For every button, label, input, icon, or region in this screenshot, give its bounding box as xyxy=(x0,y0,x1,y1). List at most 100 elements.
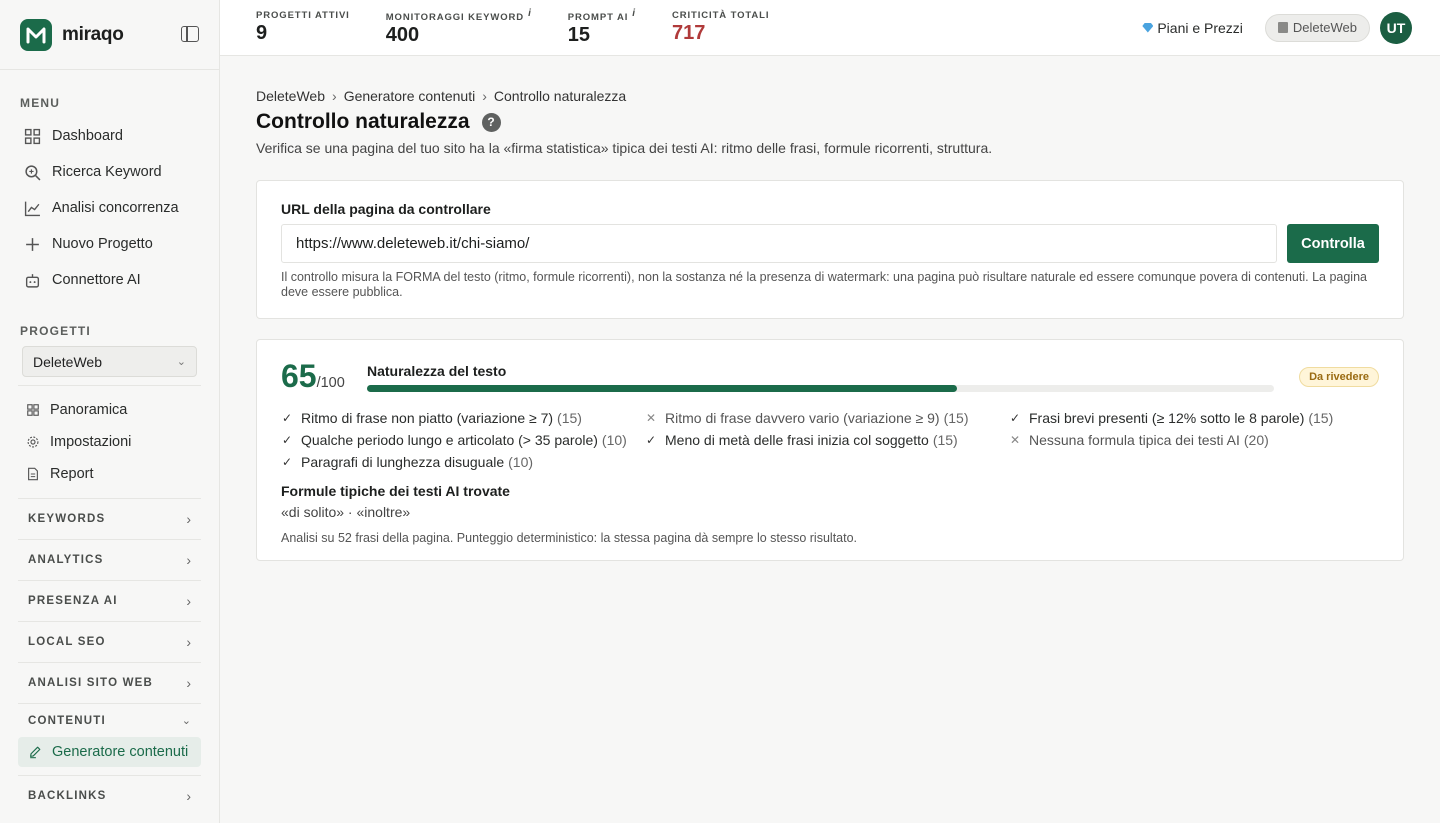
robot-icon xyxy=(24,272,41,289)
sidebar-item-generatore-contenuti[interactable]: Generatore contenuti xyxy=(18,737,201,767)
url-row: Controlla xyxy=(281,224,1379,263)
menu-item-analisi-concorrenza[interactable]: Analisi concorrenza xyxy=(0,190,219,226)
check-icon: ✓ xyxy=(1009,410,1021,425)
sidebar-header: miraqo xyxy=(0,0,219,70)
menu-item-dashboard[interactable]: Dashboard xyxy=(0,118,219,154)
check-icon: ✓ xyxy=(281,454,293,469)
score-row: 65 /100 Naturalezza del testo Da riveder… xyxy=(281,358,1379,395)
main-area: PROGETTI ATTIVI 9 MONITORAGGI KEYWORD i 4… xyxy=(220,0,1440,823)
topbar: PROGETTI ATTIVI 9 MONITORAGGI KEYWORD i 4… xyxy=(220,0,1440,56)
group-presenza-ai[interactable]: PRESENZA AI › xyxy=(18,580,201,621)
chevron-right-icon: › xyxy=(186,511,191,527)
group-contenuti-header[interactable]: CONTENUTI ⌄ xyxy=(18,704,201,737)
help-icon[interactable]: ? xyxy=(481,112,501,132)
check-text: Paragrafi di lunghezza disuguale xyxy=(301,453,505,470)
breadcrumb-separator-icon: › xyxy=(482,88,487,104)
avatar[interactable]: UT xyxy=(1380,11,1412,44)
project-item-panoramica[interactable]: Panoramica xyxy=(18,394,201,426)
stat-prompt-ai: PROMPT AI i 15 xyxy=(568,8,636,47)
check-item: ✓ Ritmo di frase non piatto (variazione ≥… xyxy=(281,409,645,426)
project-item-report[interactable]: Report xyxy=(18,458,201,490)
stat-value: 717 xyxy=(671,22,706,44)
stat-label-text: MONITORAGGI KEYWORD xyxy=(385,12,525,24)
chevron-down-icon: ⌄ xyxy=(181,715,191,727)
menu-item-label: Connettore AI xyxy=(52,272,141,288)
group-label: LOCAL SEO xyxy=(28,636,106,648)
check-points: (15) xyxy=(1308,409,1334,426)
sidebar: miraqo MENU Dashboard Ricerca Keyword An… xyxy=(0,0,220,823)
stat-label: MONITORAGGI KEYWORD i xyxy=(386,8,532,23)
checks-grid: ✓ Ritmo di frase non piatto (variazione ≥… xyxy=(281,409,1379,470)
check-text: Ritmo di frase davvero vario (variazione… xyxy=(665,409,940,426)
score: 65 /100 xyxy=(281,358,367,395)
check-text: Frasi brevi presenti (≥ 12% sotto le 8 p… xyxy=(1029,409,1305,426)
chevron-right-icon: › xyxy=(186,593,191,609)
building-icon xyxy=(1277,22,1288,33)
project-pill-label: DeleteWeb xyxy=(1292,20,1357,35)
document-icon xyxy=(28,467,38,481)
project-select[interactable]: DeleteWeb ⌄ xyxy=(22,346,197,377)
score-max: /100 xyxy=(316,375,345,391)
breadcrumb-item[interactable]: Generatore contenuti xyxy=(344,88,476,104)
group-analisi-sito-web[interactable]: ANALISI SITO WEB › xyxy=(18,662,201,703)
info-icon[interactable]: i xyxy=(528,8,532,19)
brand-name[interactable]: miraqo xyxy=(62,24,124,46)
stat-label: PROGETTI ATTIVI xyxy=(256,10,350,21)
check-item: ✓ Meno di metà delle frasi inizia col sog… xyxy=(645,431,1009,448)
project-item-label: Impostazioni xyxy=(50,434,132,450)
check-item: ✕ Nessuna formula tipica dei testi AI (20) xyxy=(1009,431,1379,448)
check-text: Nessuna formula tipica dei testi AI xyxy=(1029,431,1240,448)
search-icon xyxy=(24,164,41,181)
project-item-label: Panoramica xyxy=(50,402,128,418)
gear-icon xyxy=(27,436,39,448)
formulas-list: «di solito» · «inoltre» xyxy=(281,504,411,520)
check-text: Ritmo di frase non piatto (variazione ≥ … xyxy=(301,409,554,426)
title-row: Controllo naturalezza ? xyxy=(256,110,1404,134)
formulas-title: Formule tipiche dei testi AI trovate xyxy=(281,483,510,499)
url-field-label: URL della pagina da controllare xyxy=(281,201,491,217)
check-points: (15) xyxy=(932,431,958,448)
group-contenuti: CONTENUTI ⌄ Generatore contenuti xyxy=(18,703,201,775)
chevron-right-icon: › xyxy=(186,788,191,804)
app-root: miraqo MENU Dashboard Ricerca Keyword An… xyxy=(0,0,1440,823)
logo-icon[interactable] xyxy=(20,18,52,51)
group-local-seo[interactable]: LOCAL SEO › xyxy=(18,621,201,662)
check-item: ✕ Ritmo di frase davvero vario (variazion… xyxy=(645,409,1009,426)
group-keywords[interactable]: KEYWORDS › xyxy=(18,498,201,539)
topbar-actions: Piani e Prezzi DeleteWeb UT xyxy=(1142,11,1412,44)
check-icon: ✓ xyxy=(281,432,293,447)
chart-line-icon xyxy=(24,200,41,217)
group-backlinks[interactable]: BACKLINKS › xyxy=(18,775,201,816)
progress-fill xyxy=(367,385,957,392)
group-label: ANALISI SITO WEB xyxy=(28,677,154,689)
group-analytics[interactable]: ANALYTICS › xyxy=(18,539,201,580)
chevron-right-icon: › xyxy=(186,552,191,568)
breadcrumb: DeleteWeb › Generatore contenuti › Contr… xyxy=(256,88,1404,104)
status-badge: Da rivedere xyxy=(1299,366,1379,387)
group-label: PRESENZA AI xyxy=(28,595,118,607)
menu-item-nuovo-progetto[interactable]: Nuovo Progetto xyxy=(0,226,219,262)
check-item: ✓ Frasi brevi presenti (≥ 12% sotto le 8 … xyxy=(1009,409,1379,426)
pricing-link[interactable]: Piani e Prezzi xyxy=(1142,20,1243,36)
project-item-impostazioni[interactable]: Impostazioni xyxy=(18,426,201,458)
project-pill[interactable]: DeleteWeb xyxy=(1264,13,1370,42)
pencil-icon xyxy=(30,746,41,759)
menu-item-label: Nuovo Progetto xyxy=(52,236,153,252)
check-points: (15) xyxy=(557,409,582,426)
check-points: (10) xyxy=(508,453,534,470)
check-points: (20) xyxy=(1243,431,1269,448)
info-icon[interactable]: i xyxy=(632,8,636,19)
chevron-right-icon: › xyxy=(186,675,191,691)
analysis-footer: Analisi su 52 frasi della pagina. Punteg… xyxy=(281,531,858,545)
breadcrumb-item[interactable]: DeleteWeb xyxy=(256,88,325,104)
chevron-down-icon: ⌄ xyxy=(176,356,186,368)
check-button[interactable]: Controlla xyxy=(1287,224,1379,263)
menu-section-title: MENU xyxy=(20,96,61,110)
sidebar-toggle-icon[interactable] xyxy=(181,26,199,42)
menu-item-connettore-ai[interactable]: Connettore AI xyxy=(0,262,219,298)
menu-item-ricerca-keyword[interactable]: Ricerca Keyword xyxy=(0,154,219,190)
stat-value: 15 xyxy=(567,24,590,47)
form-note: Il controllo misura la FORMA del testo (… xyxy=(281,270,1367,299)
url-input[interactable] xyxy=(281,224,1277,263)
breadcrumb-item-current: Controllo naturalezza xyxy=(493,88,627,104)
